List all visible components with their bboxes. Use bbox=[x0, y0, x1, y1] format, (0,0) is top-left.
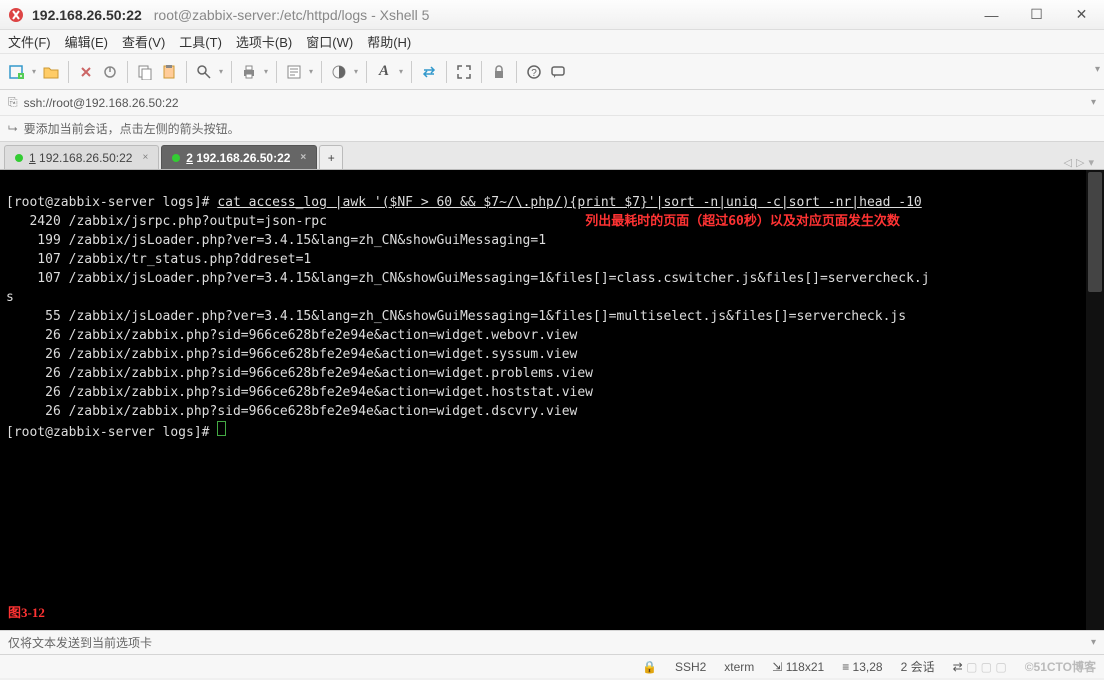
dropdown-icon[interactable]: ▾ bbox=[397, 67, 405, 76]
tabstrip: 1 192.168.26.50:22 × 2 192.168.26.50:22 … bbox=[0, 142, 1104, 170]
resize-icon: ⇲ bbox=[772, 660, 782, 674]
tab-session-2[interactable]: 2 192.168.26.50:22 × bbox=[161, 145, 317, 169]
paste-icon[interactable] bbox=[158, 61, 180, 83]
scrollbar-thumb[interactable] bbox=[1088, 172, 1102, 292]
menu-edit[interactable]: 编辑(E) bbox=[65, 32, 108, 51]
disconnect-icon[interactable] bbox=[99, 61, 121, 83]
output-line: 199 /zabbix/jsLoader.php?ver=3.4.15&lang… bbox=[6, 233, 546, 248]
maximize-button[interactable]: ☐ bbox=[1014, 1, 1059, 29]
watermark: ©51CTO博客 bbox=[1025, 658, 1096, 675]
copy-icon[interactable] bbox=[134, 61, 156, 83]
dropdown-icon[interactable]: ▾ bbox=[30, 67, 38, 76]
output-line: 107 /zabbix/jsLoader.php?ver=3.4.15&lang… bbox=[6, 271, 930, 286]
tab-menu-icon[interactable]: ▾ bbox=[1088, 156, 1094, 169]
window-path: root@zabbix-server:/etc/httpd/logs - Xsh… bbox=[154, 7, 430, 23]
print-icon[interactable] bbox=[238, 61, 260, 83]
chat-icon[interactable] bbox=[547, 61, 569, 83]
tab-next-icon[interactable]: ▷ bbox=[1076, 156, 1084, 169]
menu-window[interactable]: 窗口(W) bbox=[306, 32, 353, 51]
tab-close-icon[interactable]: × bbox=[142, 152, 148, 163]
annotation: 列出最耗时的页面（超过60秒）以及对应页面发生次数 bbox=[585, 214, 900, 229]
terminal[interactable]: [root@zabbix-server logs]# cat access_lo… bbox=[0, 170, 1104, 630]
color-icon[interactable] bbox=[328, 61, 350, 83]
output-line: 26 /zabbix/zabbix.php?sid=966ce628bfe2e9… bbox=[6, 366, 593, 381]
help-icon[interactable]: ? bbox=[523, 61, 545, 83]
position-icon: ≡ bbox=[842, 660, 849, 674]
cap-indicator: ▢ ▢ ▢ bbox=[966, 660, 1007, 674]
addr-dropdown-icon[interactable]: ▾ bbox=[1091, 97, 1096, 108]
app-icon bbox=[8, 7, 24, 23]
output-line: 26 /zabbix/zabbix.php?sid=966ce628bfe2e9… bbox=[6, 404, 577, 419]
broadcast-text: 仅将文本发送到当前选项卡 bbox=[8, 634, 152, 651]
broadcast-bar: 仅将文本发送到当前选项卡 ▾ bbox=[0, 630, 1104, 654]
command: cat access_log |awk '($NF > 60 && $7~/\.… bbox=[217, 195, 921, 210]
menu-help[interactable]: 帮助(H) bbox=[367, 32, 411, 51]
close-button[interactable]: ✕ bbox=[1059, 1, 1104, 29]
output-line: 26 /zabbix/zabbix.php?sid=966ce628bfe2e9… bbox=[6, 328, 577, 343]
menu-tabs[interactable]: 选项卡(B) bbox=[236, 32, 292, 51]
find-icon[interactable] bbox=[193, 61, 215, 83]
scrollbar-track[interactable] bbox=[1086, 170, 1104, 630]
menubar: 文件(F) 编辑(E) 查看(V) 工具(T) 选项卡(B) 窗口(W) 帮助(… bbox=[0, 30, 1104, 54]
hint-text: 要添加当前会话，点击左侧的箭头按钮。 bbox=[24, 120, 240, 137]
font-icon[interactable]: A bbox=[373, 61, 395, 83]
status-position: 13,28 bbox=[853, 660, 883, 674]
lock-icon[interactable] bbox=[488, 61, 510, 83]
hint-bar: ⮡ 要添加当前会话，点击左侧的箭头按钮。 bbox=[0, 116, 1104, 142]
open-icon[interactable] bbox=[40, 61, 62, 83]
arrows-icon: ⇄ bbox=[953, 660, 963, 674]
reconnect-icon[interactable] bbox=[75, 61, 97, 83]
statusbar: 🔒 SSH2 xterm ⇲ 118x21 ≡ 13,28 2 会话 ⇄ ▢ ▢… bbox=[0, 654, 1104, 678]
hint-arrow-icon[interactable]: ⮡ bbox=[8, 121, 18, 136]
broadcast-dropdown-icon[interactable]: ▾ bbox=[1091, 637, 1096, 648]
status-protocol: SSH2 bbox=[675, 660, 706, 674]
figure-label: 图3-12 bbox=[8, 603, 45, 622]
address-bar: ⎘ ssh://root@192.168.26.50:22 ▾ bbox=[0, 90, 1104, 116]
tab-session-1[interactable]: 1 192.168.26.50:22 × bbox=[4, 145, 159, 169]
dropdown-icon[interactable]: ▾ bbox=[262, 67, 270, 76]
status-dot-icon bbox=[15, 154, 23, 162]
output-line: 2420 /zabbix/jsrpc.php?output=json-rpc bbox=[6, 214, 327, 229]
minimize-button[interactable]: — bbox=[969, 1, 1014, 29]
cursor bbox=[217, 421, 226, 436]
properties-icon[interactable] bbox=[283, 61, 305, 83]
status-lock-icon: 🔒 bbox=[642, 660, 657, 674]
output-line: 107 /zabbix/tr_status.php?ddreset=1 bbox=[6, 252, 311, 267]
prompt: [root@zabbix-server logs]# bbox=[6, 195, 217, 210]
window-host: 192.168.26.50:22 bbox=[32, 7, 142, 23]
svg-text:?: ? bbox=[531, 68, 537, 79]
status-sessions: 2 会话 bbox=[901, 658, 935, 675]
menu-tools[interactable]: 工具(T) bbox=[179, 32, 222, 51]
new-session-icon[interactable] bbox=[6, 61, 28, 83]
dropdown-icon[interactable]: ▾ bbox=[307, 67, 315, 76]
output-line: 26 /zabbix/zabbix.php?sid=966ce628bfe2e9… bbox=[6, 347, 577, 362]
status-term: xterm bbox=[724, 660, 754, 674]
dropdown-icon[interactable]: ▾ bbox=[352, 67, 360, 76]
addr-arrow-icon[interactable]: ⎘ bbox=[8, 95, 18, 110]
output-line: s bbox=[6, 290, 14, 305]
toolbar-overflow-icon[interactable]: ▾ bbox=[1095, 64, 1100, 75]
address-url[interactable]: ssh://root@192.168.26.50:22 bbox=[24, 96, 1085, 110]
tab-add-button[interactable]: + bbox=[319, 145, 343, 169]
transfer-icon[interactable] bbox=[418, 61, 440, 83]
toolbar: ▾ ▾ ▾ ▾ ▾ A ▾ ? ▾ bbox=[0, 54, 1104, 90]
menu-file[interactable]: 文件(F) bbox=[8, 32, 51, 51]
titlebar: 192.168.26.50:22 root@zabbix-server:/etc… bbox=[0, 0, 1104, 30]
output-line: 55 /zabbix/jsLoader.php?ver=3.4.15&lang=… bbox=[6, 309, 906, 324]
status-size: 118x21 bbox=[786, 660, 824, 674]
status-dot-icon bbox=[172, 154, 180, 162]
fullscreen-icon[interactable] bbox=[453, 61, 475, 83]
dropdown-icon[interactable]: ▾ bbox=[217, 67, 225, 76]
menu-view[interactable]: 查看(V) bbox=[122, 32, 165, 51]
prompt: [root@zabbix-server logs]# bbox=[6, 425, 217, 440]
tab-prev-icon[interactable]: ◁ bbox=[1064, 156, 1072, 169]
output-line: 26 /zabbix/zabbix.php?sid=966ce628bfe2e9… bbox=[6, 385, 593, 400]
tab-close-icon[interactable]: × bbox=[300, 152, 306, 163]
